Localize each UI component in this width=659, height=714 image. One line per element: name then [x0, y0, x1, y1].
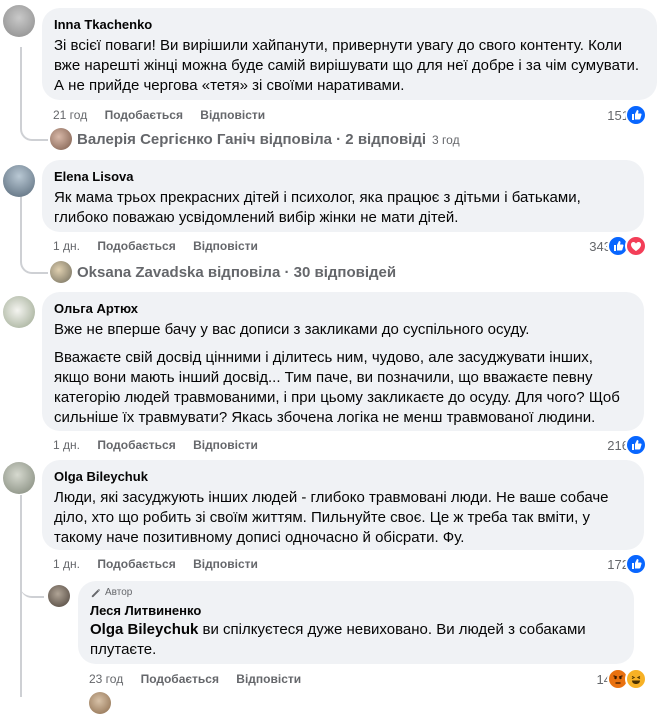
pencil-icon — [91, 588, 100, 598]
reply-button[interactable]: Відповісти — [200, 108, 265, 122]
comment-paragraph: Вже не вперше бачу у вас дописи з заклик… — [54, 321, 530, 338]
avatar[interactable] — [50, 128, 72, 150]
comment-bubble: Elena Lisova Як мама трьох прекрасних ді… — [42, 160, 644, 232]
comment-paragraph: Люди, які засуджують інших людей - глибо… — [54, 489, 609, 546]
view-replies-link[interactable]: Валерія Сергієнко Ганіч відповіла · 2 ві… — [77, 131, 460, 148]
view-replies-link[interactable]: Oksana Zavadska відповіла · 30 відповіде… — [77, 264, 402, 281]
like-button[interactable]: Подобається — [97, 438, 175, 452]
like-button[interactable]: Подобається — [105, 108, 183, 122]
replies-time: 3 год — [432, 132, 460, 147]
comment-paragraph: Як мама трьох прекрасних дітей і психоло… — [54, 189, 581, 226]
comment-bubble: Ольга Артюх Вже не вперше бачу у вас доп… — [42, 292, 644, 431]
reaction-summary[interactable]: 216 — [607, 434, 647, 456]
reply-button[interactable]: Відповісти — [193, 239, 258, 253]
avatar[interactable] — [3, 5, 35, 37]
reply-button[interactable]: Відповісти — [236, 672, 301, 686]
comment-time[interactable]: 1 дн. — [53, 557, 80, 571]
comment-bubble: Inna Tkachenko Зі всієї поваги! Ви виріш… — [42, 8, 657, 100]
comment-time[interactable]: 1 дн. — [53, 438, 80, 452]
author-badge-label: Автор — [105, 587, 133, 598]
reaction-summary[interactable]: 14 — [597, 668, 647, 690]
avatar[interactable] — [3, 462, 35, 494]
like-reaction-icon — [625, 434, 647, 456]
thread-line — [20, 560, 44, 598]
avatar[interactable] — [89, 692, 111, 714]
comment-paragraph: Зі всієї поваги! Ви вирішили хайпанути, … — [54, 37, 639, 94]
mention-link[interactable]: Olga Bileychuk — [90, 621, 198, 638]
comment-text: Як мама трьох прекрасних дітей і психоло… — [54, 188, 632, 228]
comment-paragraph: Вважаєте свій досвід цінними і ділитесь … — [54, 349, 620, 426]
comment-actions: 1 дн. Подобається Відповісти — [53, 437, 272, 453]
avatar[interactable] — [50, 261, 72, 283]
comment-author[interactable]: Olga Bileychuk — [54, 469, 632, 485]
avatar[interactable] — [3, 296, 35, 328]
reaction-summary[interactable]: 172 — [607, 553, 647, 575]
comment-time[interactable]: 1 дн. — [53, 239, 80, 253]
comment-bubble: Olga Bileychuk Люди, які засуджують інши… — [42, 460, 644, 550]
reply-button[interactable]: Відповісти — [193, 557, 258, 571]
like-button[interactable]: Подобається — [141, 672, 219, 686]
comment-actions: 1 дн. Подобається Відповісти — [53, 238, 272, 254]
replies-summary: Валерія Сергієнко Ганіч відповіла · 2 ві… — [77, 131, 427, 148]
comment-author[interactable]: Elena Lisova — [54, 169, 632, 185]
love-reaction-icon — [625, 235, 647, 257]
reply-bubble: Автор Леся Литвиненко Olga Bileychuk ви … — [78, 581, 634, 664]
comment-actions: 1 дн. Подобається Відповісти — [53, 556, 272, 572]
like-button[interactable]: Подобається — [97, 239, 175, 253]
comment-actions: 21 год Подобається Відповісти — [53, 107, 279, 123]
comment-time[interactable]: 21 год — [53, 108, 87, 122]
reaction-summary[interactable]: 343 — [589, 235, 647, 257]
avatar[interactable] — [3, 165, 35, 197]
comment-text: Люди, які засуджують інших людей - глибо… — [54, 488, 632, 548]
reaction-summary[interactable]: 151 — [607, 104, 647, 126]
reply-text: Olga Bileychuk ви спілкуєтеся дуже невих… — [90, 620, 622, 660]
reply-button[interactable]: Відповісти — [193, 438, 258, 452]
like-reaction-icon — [625, 553, 647, 575]
reply-actions: 23 год Подобається Відповісти — [89, 671, 315, 687]
reply-time[interactable]: 23 год — [89, 672, 123, 686]
haha-reaction-icon — [625, 668, 647, 690]
like-reaction-icon — [625, 104, 647, 126]
reply-author[interactable]: Леся Литвиненко — [90, 603, 201, 619]
thread-line — [20, 495, 22, 697]
comment-author[interactable]: Ольга Артюх — [54, 301, 632, 317]
comment-text: Зі всієї поваги! Ви вирішили хайпанути, … — [54, 36, 645, 96]
comment-author[interactable]: Inna Tkachenko — [54, 17, 645, 33]
comment-text: Вже не вперше бачу у вас дописи з заклик… — [54, 320, 632, 428]
like-button[interactable]: Подобається — [97, 557, 175, 571]
avatar[interactable] — [48, 585, 70, 607]
author-badge: Автор — [90, 587, 132, 598]
replies-summary: Oksana Zavadska відповіла · 30 відповіде… — [77, 264, 397, 281]
